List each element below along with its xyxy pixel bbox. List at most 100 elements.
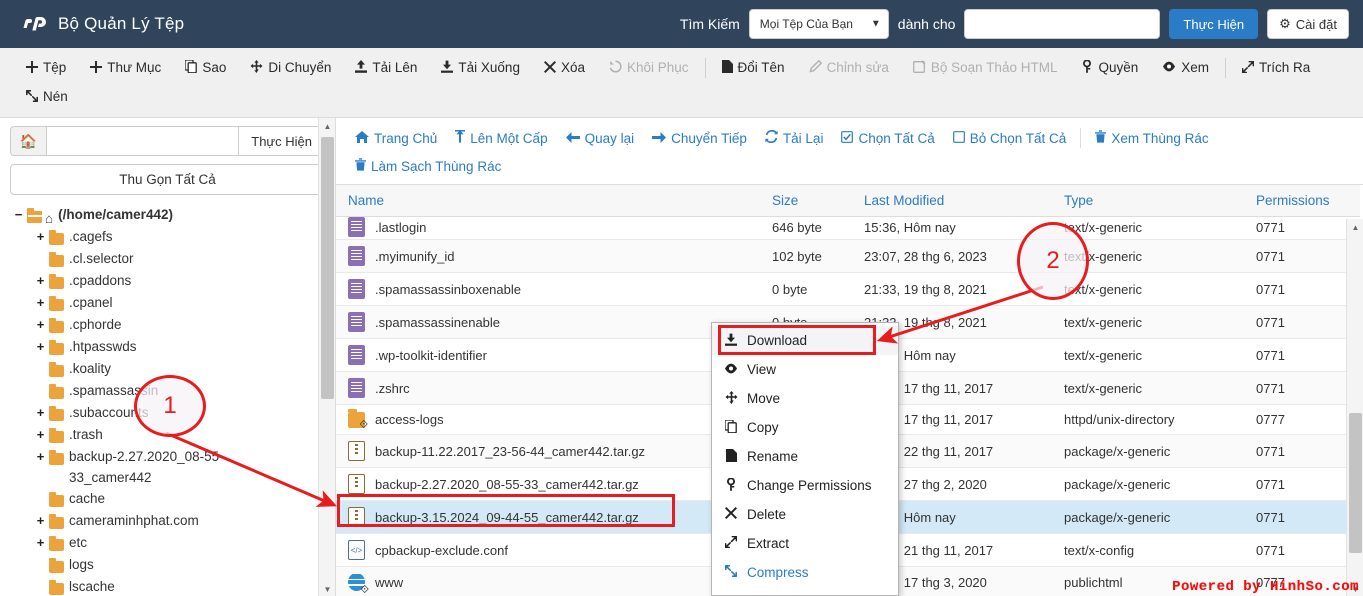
- expand-icon[interactable]: +: [34, 402, 47, 424]
- tree-node[interactable]: lscache: [34, 576, 335, 596]
- content-nav-trang-chủ[interactable]: Trang Chủ: [346, 125, 446, 152]
- content-nav-tải-lại[interactable]: Tải Lại: [756, 124, 833, 152]
- tree-node[interactable]: cache: [34, 488, 335, 510]
- context-menu-item-move[interactable]: Move: [712, 384, 898, 413]
- expand-icon[interactable]: +: [34, 270, 47, 292]
- file-name-label: backup-11.22.2017_23-56-44_camer442.tar.…: [375, 443, 646, 459]
- cell-name[interactable]: access-logs: [336, 404, 766, 435]
- expand-icon[interactable]: +: [34, 532, 47, 554]
- folder-icon: [49, 450, 64, 472]
- context-menu-item-download[interactable]: Download: [712, 326, 898, 355]
- expand-icon[interactable]: +: [34, 446, 47, 468]
- cell-name[interactable]: .lastlogin: [336, 216, 766, 240]
- file-table-scrollbar[interactable]: ▲ ▼: [1346, 219, 1363, 596]
- expand-icon[interactable]: +: [34, 314, 47, 336]
- tree-node[interactable]: + cameraminhphat.com: [34, 510, 335, 532]
- search-go-button[interactable]: Thực Hiện: [1169, 9, 1259, 39]
- sidebar-scrollbar[interactable]: ▲ ▼: [318, 118, 335, 596]
- tree-node-label: .spamassassin: [69, 383, 159, 398]
- expand-icon[interactable]: +: [34, 292, 47, 314]
- tree-node[interactable]: .cl.selector: [34, 248, 335, 270]
- collapse-icon[interactable]: −: [12, 204, 25, 226]
- content-nav-quay-lại[interactable]: Quay lại: [557, 125, 644, 152]
- tree-node[interactable]: + etc: [34, 532, 335, 554]
- toolbar-action-tệp[interactable]: Tệp: [14, 53, 78, 82]
- cell-name[interactable]: .myimunify_id: [336, 239, 766, 273]
- expand-icon[interactable]: +: [34, 510, 47, 532]
- checkbox-checked-icon: [841, 130, 854, 146]
- tree-node[interactable]: + .cpaddons: [34, 270, 335, 292]
- settings-button[interactable]: ⚙ Cài đặt: [1267, 9, 1349, 39]
- content-nav-bỏ-chọn-tất-cả[interactable]: Bỏ Chọn Tất Cả: [944, 125, 1076, 152]
- sidebar-scroll-thumb[interactable]: [321, 137, 334, 399]
- content-nav-làm-sạch-thùng-rác[interactable]: Làm Sạch Thùng Rác: [346, 152, 510, 180]
- content-nav-chuyển-tiếp[interactable]: Chuyển Tiếp: [643, 125, 756, 152]
- cell-name[interactable]: .zshrc: [336, 371, 766, 405]
- table-scroll-up-icon[interactable]: ▲: [1347, 219, 1363, 236]
- tree-node[interactable]: logs: [34, 554, 335, 576]
- table-row[interactable]: .myimunify_id 102 byte 23:07, 28 thg 6, 20…: [336, 239, 1360, 273]
- toolbar-action-tải-xuống[interactable]: Tải Xuống: [429, 53, 532, 82]
- tree-node[interactable]: + .trash: [34, 424, 335, 446]
- cell-name[interactable]: backup-3.15.2024_09-44-55_camer442.tar.g…: [336, 500, 766, 534]
- toolbar-action-di-chuyển[interactable]: Di Chuyển: [238, 53, 343, 82]
- cell-name[interactable]: </> cpbackup-exclude.conf: [336, 533, 766, 567]
- table-row[interactable]: .lastlogin 646 byte 15:36, Hôm nay text/x-g…: [336, 216, 1360, 240]
- tree-node[interactable]: + .cpanel: [34, 292, 335, 314]
- tree-node[interactable]: + .htpasswds: [34, 336, 335, 358]
- table-scroll-thumb[interactable]: [1349, 413, 1362, 553]
- scroll-up-icon[interactable]: ▲: [319, 118, 336, 135]
- toolbar-action-sao[interactable]: Sao: [173, 53, 238, 82]
- context-menu-item-change-permissions[interactable]: Change Permissions: [712, 471, 898, 500]
- cell-name[interactable]: .spamassassinenable: [336, 305, 766, 339]
- cell-name[interactable]: backup-2.27.2020_08-55-33_camer442.tar.g…: [336, 467, 766, 501]
- search-scope-select[interactable]: Mọi Tệp Của Bạn: [748, 9, 889, 39]
- toolbar-action-trích-ra[interactable]: Trích Ra: [1230, 53, 1322, 82]
- tree-node[interactable]: .spamassassin: [34, 380, 335, 402]
- toolbar-action-nén[interactable]: Nén: [14, 82, 80, 111]
- content-nav-lên-một-cấp[interactable]: Lên Một Cấp: [446, 124, 556, 152]
- content-nav-xem-thùng-rác[interactable]: Xem Thùng Rác: [1086, 124, 1217, 152]
- home-icon[interactable]: 🏠: [10, 126, 46, 156]
- toolbar-action-quyền[interactable]: Quyền: [1069, 53, 1150, 82]
- scroll-down-icon[interactable]: ▼: [319, 581, 336, 596]
- toolbar-action-thư-mục[interactable]: Thư Mục: [78, 53, 173, 82]
- column-header-last-modified[interactable]: Last Modified: [858, 185, 1058, 217]
- column-header-type[interactable]: Type: [1058, 185, 1250, 217]
- context-menu-item-delete[interactable]: Delete: [712, 500, 898, 529]
- context-menu-item-copy[interactable]: Copy: [712, 413, 898, 442]
- column-header-name[interactable]: Name: [336, 185, 766, 217]
- cell-name[interactable]: backup-11.22.2017_23-56-44_camer442.tar.…: [336, 434, 766, 468]
- toolbar-action-tải-lên[interactable]: Tải Lên: [343, 53, 429, 82]
- content-nav-chọn-tất-cả[interactable]: Chọn Tất Cả: [832, 125, 943, 152]
- context-menu-item-compress[interactable]: Compress: [712, 558, 898, 587]
- cell-name[interactable]: .spamassassinboxenable: [336, 272, 766, 306]
- context-menu-item-extract[interactable]: Extract: [712, 529, 898, 558]
- cell-name[interactable]: .wp-toolkit-identifier: [336, 338, 766, 372]
- tree-node[interactable]: .koality: [34, 358, 335, 380]
- pencil-icon: [809, 59, 822, 75]
- column-header-size[interactable]: Size: [766, 185, 858, 217]
- tree-node[interactable]: − ⌂ (/home/camer442): [12, 204, 335, 226]
- expand-icon[interactable]: +: [34, 336, 47, 358]
- expand-icon[interactable]: +: [34, 424, 47, 446]
- context-menu-item-view[interactable]: View: [712, 355, 898, 384]
- cell-type: package/x-generic: [1058, 434, 1250, 468]
- cell-last-modified: 15:36, Hôm nay: [858, 216, 1058, 240]
- path-input[interactable]: [46, 126, 239, 156]
- column-header-permissions[interactable]: Permissions: [1250, 185, 1360, 217]
- toolbar-action-xem[interactable]: Xem: [1150, 53, 1221, 82]
- table-row[interactable]: .spamassassinboxenable 0 byte 21:33, 19 th…: [336, 272, 1360, 306]
- toolbar-action-đổi-tên[interactable]: Đổi Tên: [710, 53, 797, 82]
- search-input[interactable]: [964, 9, 1161, 39]
- cell-name[interactable]: www: [336, 566, 766, 596]
- toolbar-action-xóa[interactable]: Xóa: [532, 53, 597, 82]
- tree-node[interactable]: + .cphorde: [34, 314, 335, 336]
- file-name-label: www: [375, 574, 404, 590]
- tree-node[interactable]: + backup-2.27.2020_08-55-33_camer442: [34, 446, 335, 488]
- tree-node[interactable]: + .subaccounts: [34, 402, 335, 424]
- tree-node[interactable]: + .cagefs: [34, 226, 335, 248]
- collapse-all-button[interactable]: Thu Gọn Tất Cả: [10, 164, 325, 195]
- path-go-button[interactable]: Thực Hiện: [238, 126, 325, 156]
- context-menu-item-rename[interactable]: Rename: [712, 442, 898, 471]
